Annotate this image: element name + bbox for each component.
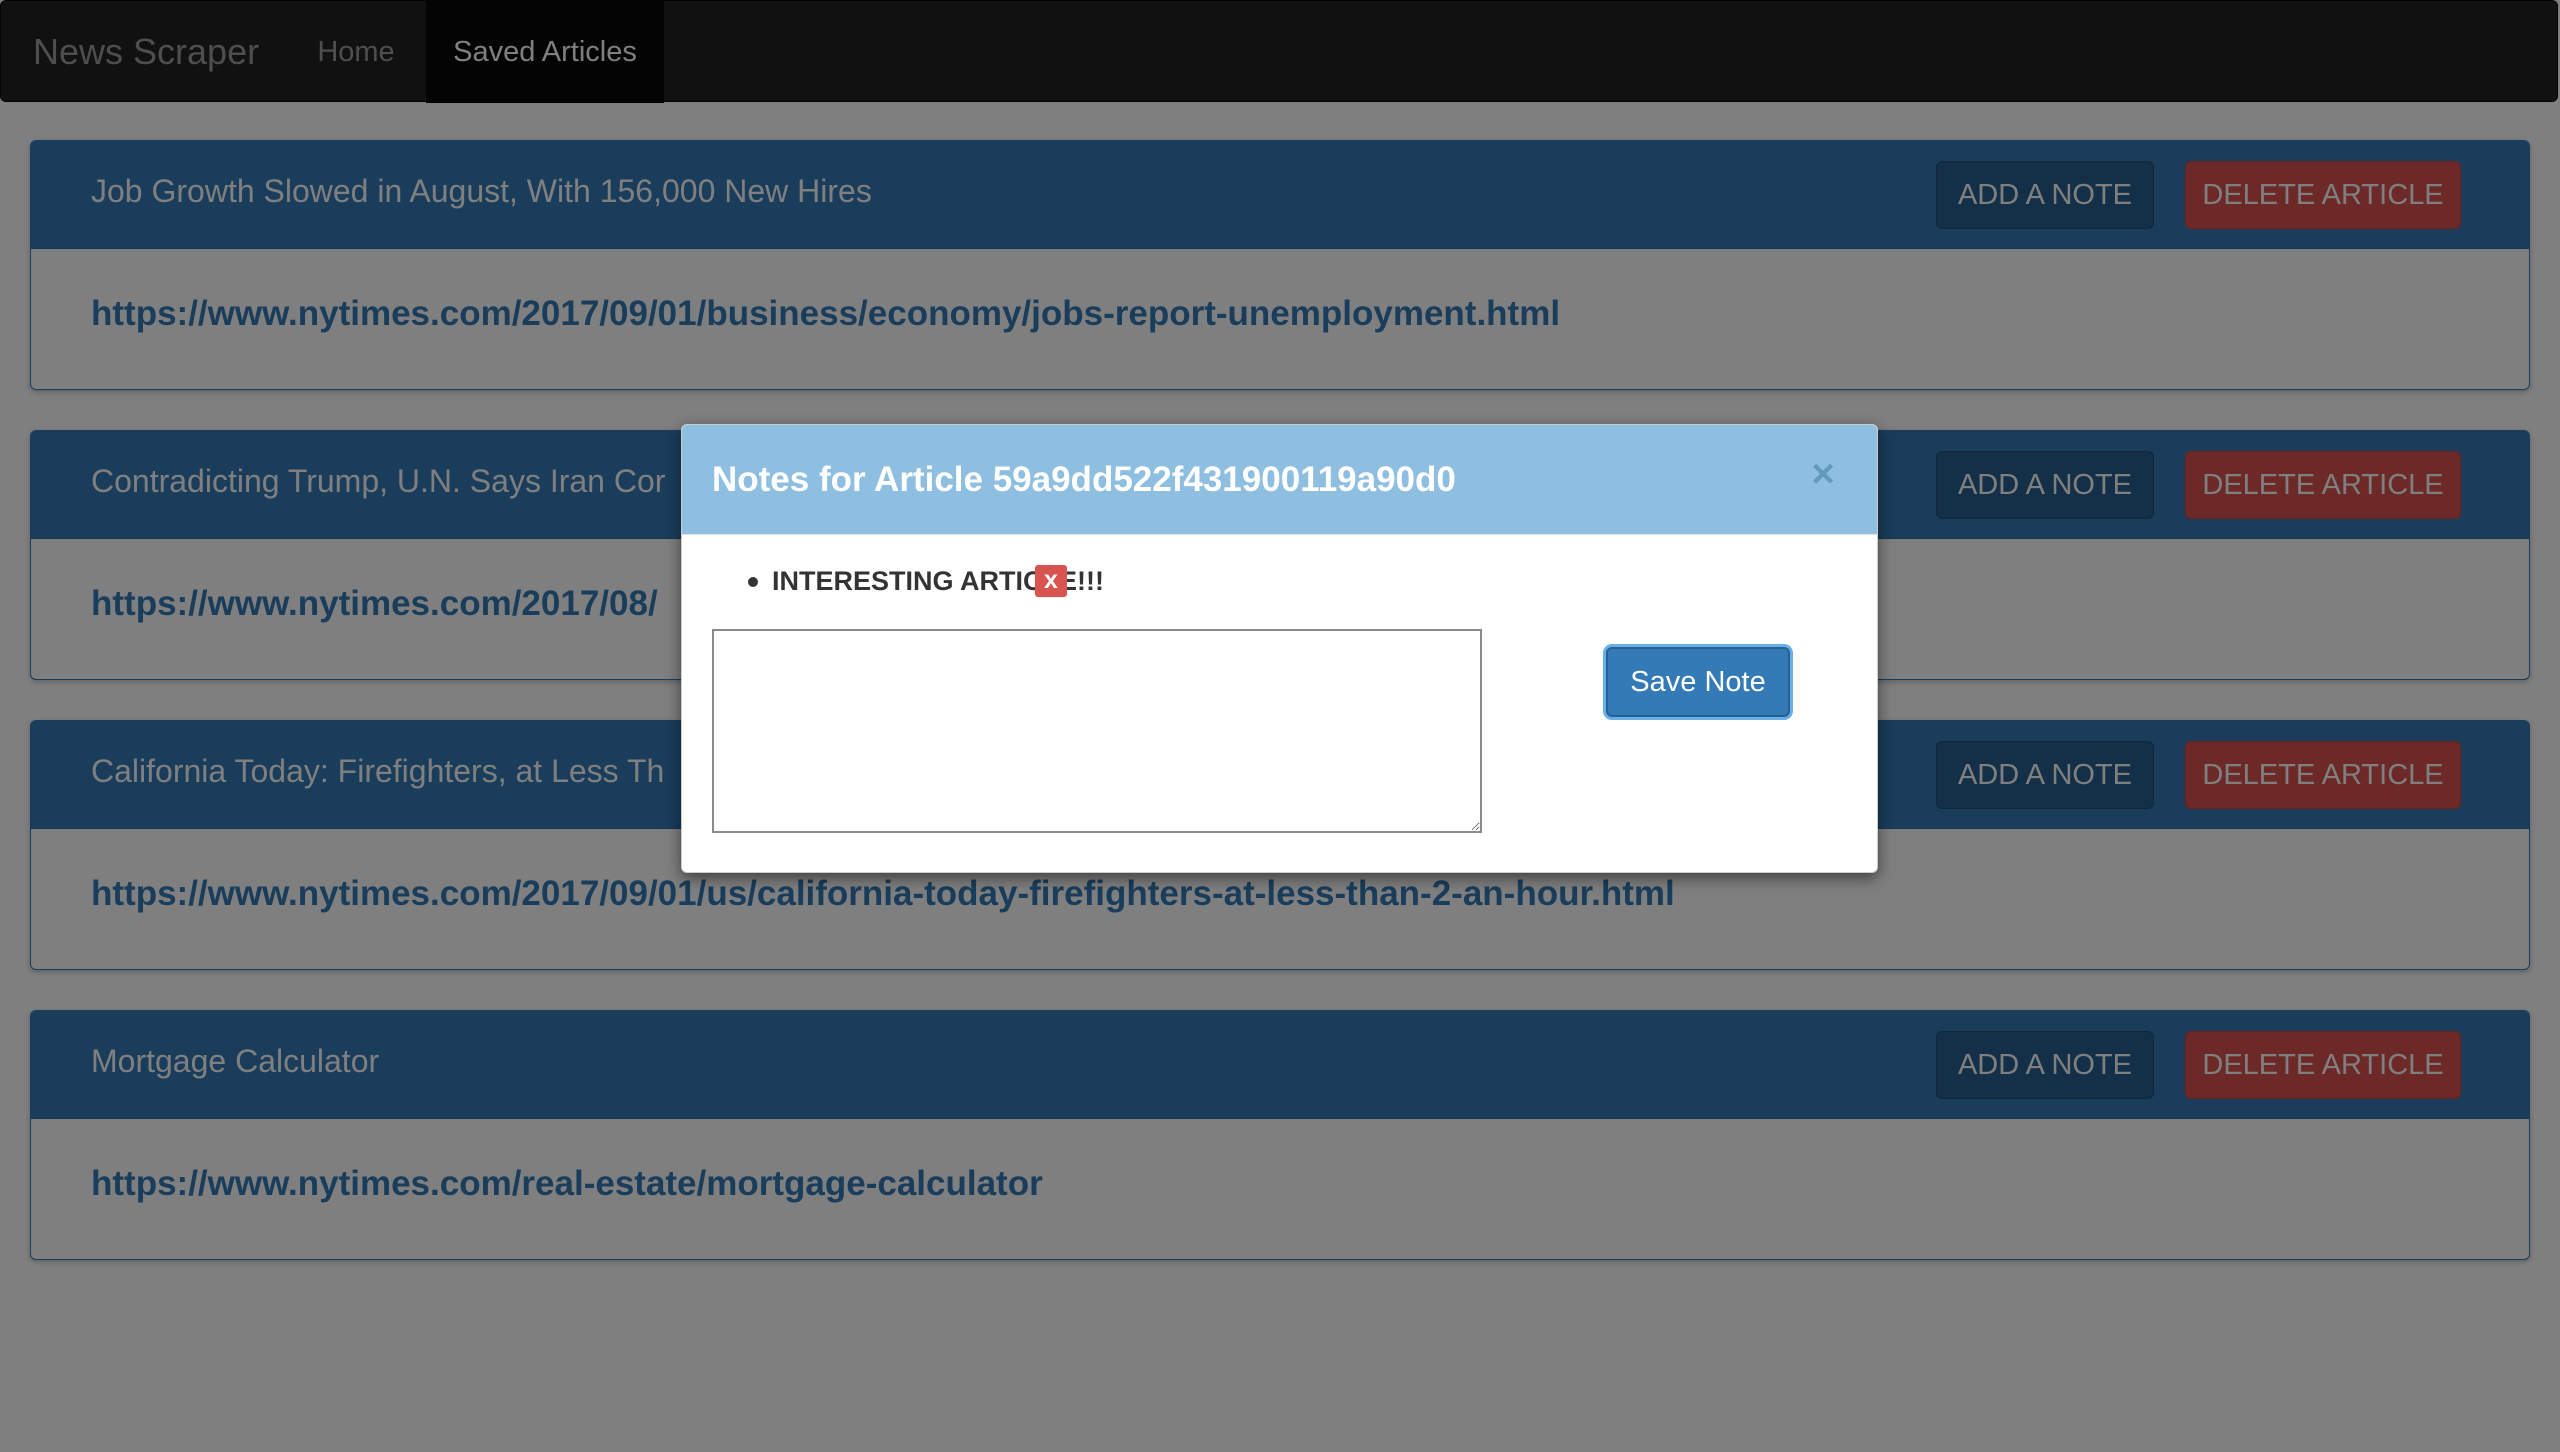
close-icon[interactable]: × <box>1803 449 1843 499</box>
modal-header: Notes for Article 59a9dd522f431900119a90… <box>682 425 1877 535</box>
save-note-button[interactable]: Save Note <box>1606 647 1790 717</box>
modal-title: Notes for Article 59a9dd522f431900119a90… <box>712 460 1456 499</box>
delete-note-button[interactable]: x <box>1035 565 1067 597</box>
notes-modal: Notes for Article 59a9dd522f431900119a90… <box>681 424 1878 873</box>
note-textarea[interactable] <box>712 629 1482 833</box>
bullet-icon <box>748 577 758 587</box>
